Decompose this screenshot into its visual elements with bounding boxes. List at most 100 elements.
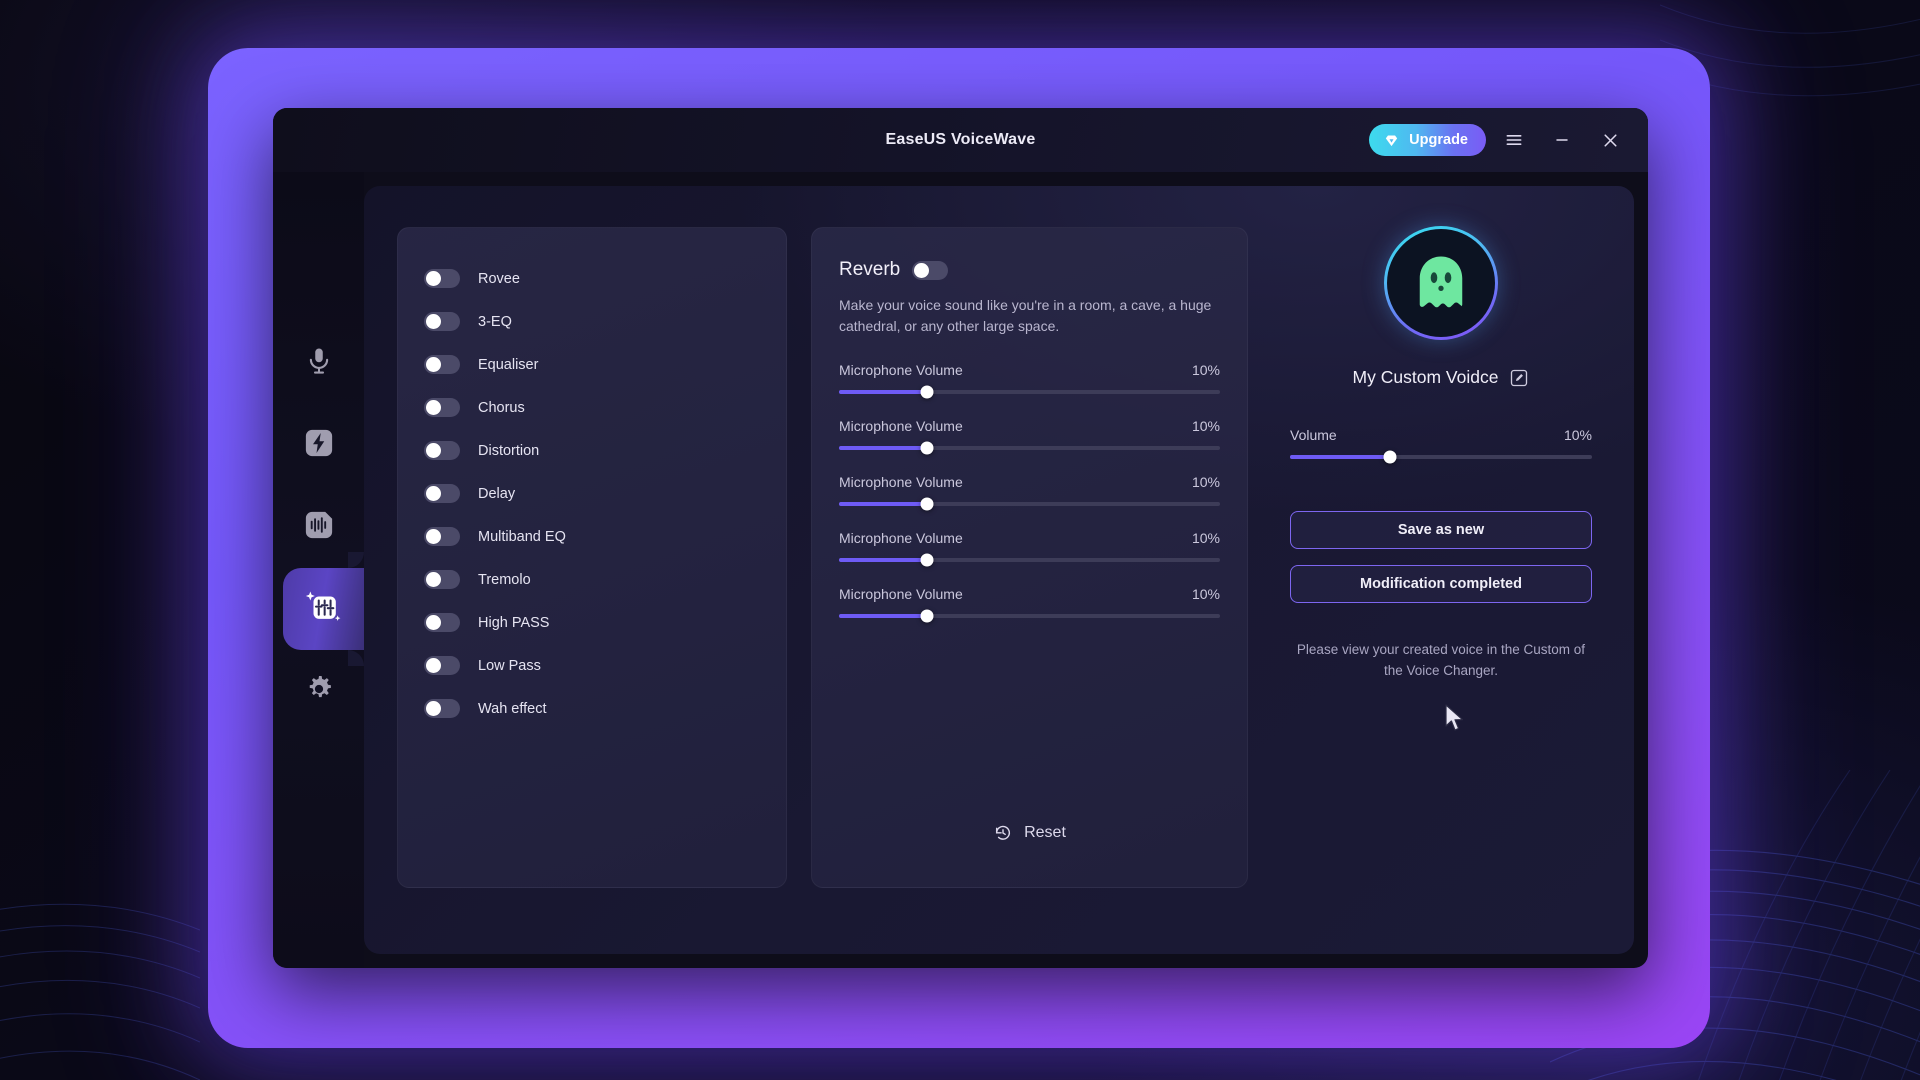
toggle-knob — [426, 271, 441, 286]
effect-row: Chorus — [424, 391, 760, 424]
volume-slider-track[interactable] — [1290, 455, 1592, 459]
voice-name: My Custom Voidce — [1353, 367, 1499, 388]
effect-row: Rovee — [424, 262, 760, 295]
title-bar: EaseUS VoiceWave Upgrade — [273, 108, 1648, 172]
reverb-toggle[interactable] — [912, 261, 948, 280]
slider-track[interactable] — [839, 390, 1220, 394]
effect-toggle[interactable] — [424, 312, 460, 331]
effect-row: Delay — [424, 477, 760, 510]
volume-label: Volume — [1290, 427, 1337, 443]
reverb-card: Reverb Make your voice sound like you're… — [811, 227, 1248, 888]
slider-value: 10% — [1192, 362, 1220, 378]
effect-row: Wah effect — [424, 692, 760, 725]
volume-value: 10% — [1564, 427, 1592, 443]
slider-header: Microphone Volume 10% — [839, 362, 1220, 378]
upgrade-button[interactable]: Upgrade — [1369, 124, 1486, 156]
slider-thumb[interactable] — [920, 497, 933, 510]
slider-track[interactable] — [839, 614, 1220, 618]
slider-fill — [839, 558, 927, 562]
volume-slider-thumb[interactable] — [1383, 451, 1396, 464]
history-restore-icon — [993, 823, 1013, 843]
reverb-header: Reverb — [839, 259, 1220, 281]
effect-row: Distortion — [424, 434, 760, 467]
close-icon — [1600, 130, 1621, 151]
slider-fill — [839, 390, 927, 394]
avatar[interactable] — [1384, 226, 1498, 340]
effect-row: Multiband EQ — [424, 520, 760, 553]
effect-label: Delay — [478, 486, 515, 502]
effect-label: High PASS — [478, 615, 549, 631]
toggle-knob — [426, 701, 441, 716]
slider-header: Microphone Volume 10% — [839, 586, 1220, 602]
effect-label: Low Pass — [478, 658, 541, 674]
effect-toggle[interactable] — [424, 441, 460, 460]
toggle-knob — [914, 263, 929, 278]
reverb-sliders: Microphone Volume 10% Microphone Volume 10%… — [839, 338, 1220, 618]
save-as-new-button[interactable]: Save as new — [1290, 511, 1592, 549]
effects-list: Rovee 3-EQ Equaliser Chorus Distortion Delay M… — [424, 262, 760, 725]
reverb-slider: Microphone Volume 10% — [839, 586, 1220, 618]
close-button[interactable] — [1590, 120, 1630, 160]
equalizer-sliders-icon — [303, 586, 345, 633]
minimize-icon — [1552, 130, 1572, 150]
hamburger-menu-icon — [1504, 130, 1524, 150]
slider-value: 10% — [1192, 530, 1220, 546]
decorative-mesh-bottom-left — [0, 840, 200, 1080]
lightning-bolt-icon — [304, 428, 334, 463]
sidebar-item-microphone[interactable] — [273, 322, 364, 404]
minimize-button[interactable] — [1542, 120, 1582, 160]
effect-toggle[interactable] — [424, 656, 460, 675]
effect-row: 3-EQ — [424, 305, 760, 338]
slider-thumb[interactable] — [920, 441, 933, 454]
slider-label: Microphone Volume — [839, 586, 963, 602]
toggle-knob — [426, 486, 441, 501]
content-area: Rovee 3-EQ Equaliser Chorus Distortion Delay M… — [364, 186, 1634, 954]
app-window: EaseUS VoiceWave Upgrade — [273, 108, 1648, 968]
titlebar-controls: Upgrade — [1369, 108, 1630, 172]
toggle-knob — [426, 615, 441, 630]
effect-label: Rovee — [478, 271, 520, 287]
upgrade-label: Upgrade — [1409, 132, 1468, 148]
voice-preview-panel: My Custom Voidce Volume 10% — [1248, 186, 1634, 954]
sidebar-item-effects[interactable] — [273, 404, 364, 486]
effect-toggle[interactable] — [424, 527, 460, 546]
app-body: Rovee 3-EQ Equaliser Chorus Distortion Delay M… — [273, 172, 1648, 968]
reverb-title: Reverb — [839, 259, 900, 281]
reset-button[interactable]: Reset — [993, 823, 1066, 843]
modification-completed-button[interactable]: Modification completed — [1290, 565, 1592, 603]
toggle-knob — [426, 357, 441, 372]
effect-label: Multiband EQ — [478, 529, 566, 545]
effect-label: Equaliser — [478, 357, 538, 373]
toggle-knob — [426, 314, 441, 329]
effect-row: Equaliser — [424, 348, 760, 381]
edit-pencil-icon[interactable] — [1509, 368, 1529, 388]
slider-header: Microphone Volume10% — [839, 418, 1220, 434]
sidebar-item-settings[interactable] — [273, 650, 364, 732]
effect-toggle[interactable] — [424, 484, 460, 503]
panel-hint-text: Please view your created voice in the Cu… — [1290, 640, 1592, 682]
reset-label: Reset — [1024, 824, 1066, 842]
slider-thumb[interactable] — [920, 609, 933, 622]
ghost-avatar-icon — [1407, 249, 1475, 317]
slider-fill — [839, 614, 927, 618]
diamond-icon — [1383, 132, 1400, 149]
slider-track[interactable] — [839, 446, 1220, 450]
slider-thumb[interactable] — [920, 553, 933, 566]
slider-label: Microphone Volume — [839, 362, 963, 378]
toggle-knob — [426, 400, 441, 415]
slider-track[interactable] — [839, 558, 1220, 562]
effect-label: Tremolo — [478, 572, 531, 588]
slider-thumb[interactable] — [920, 385, 933, 398]
effect-toggle[interactable] — [424, 699, 460, 718]
effect-toggle[interactable] — [424, 398, 460, 417]
effect-label: 3-EQ — [478, 314, 512, 330]
slider-track[interactable] — [839, 502, 1220, 506]
sidebar-item-voice-studio[interactable] — [283, 568, 364, 650]
slider-value: 10% — [1192, 586, 1220, 602]
effect-toggle[interactable] — [424, 269, 460, 288]
effect-toggle[interactable] — [424, 355, 460, 374]
effect-toggle[interactable] — [424, 613, 460, 632]
effect-toggle[interactable] — [424, 570, 460, 589]
hamburger-menu-button[interactable] — [1494, 120, 1534, 160]
effect-row: Low Pass — [424, 649, 760, 682]
